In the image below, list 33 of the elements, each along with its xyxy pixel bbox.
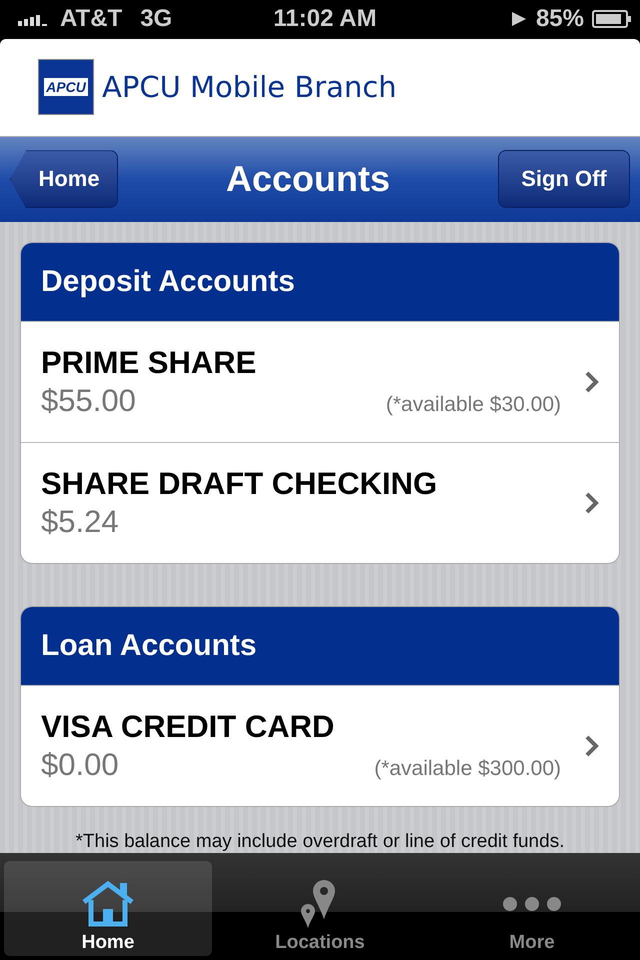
section-header: Deposit Accounts xyxy=(21,243,619,321)
account-name: SHARE DRAFT CHECKING xyxy=(41,466,438,502)
section-header: Loan Accounts xyxy=(21,607,619,685)
tab-item[interactable]: Locations xyxy=(216,861,424,956)
carrier-name: AT&T xyxy=(60,5,122,34)
clock-time: 11:02 AM xyxy=(273,5,377,34)
account-balance: $5.24 xyxy=(41,504,119,540)
account-row[interactable]: SHARE DRAFT CHECKING $5.24 xyxy=(21,442,619,563)
back-button[interactable]: Home xyxy=(10,150,118,208)
more-dots-icon xyxy=(502,896,562,912)
page-title: Accounts xyxy=(226,158,390,200)
sign-off-button[interactable]: Sign Off xyxy=(498,150,630,208)
account-row[interactable]: PRIME SHARE $55.00 (*available $30.00) xyxy=(21,321,619,442)
tab-item[interactable]: Home xyxy=(4,861,212,956)
account-balance: $0.00 xyxy=(41,747,119,783)
tab-item[interactable]: More xyxy=(428,861,636,956)
chevron-icon xyxy=(585,735,599,757)
app-title: APCU Mobile Branch xyxy=(102,70,397,104)
account-name: VISA CREDIT CARD xyxy=(41,709,336,745)
account-name: PRIME SHARE xyxy=(41,345,258,381)
logo-text: APCU xyxy=(44,78,88,96)
account-row[interactable]: VISA CREDIT CARD $0.00 (*available $300.00) xyxy=(21,685,619,806)
location-arrow-icon xyxy=(510,10,528,28)
chevron-icon xyxy=(585,371,599,393)
available-balance: (*available $30.00) xyxy=(386,393,561,417)
battery-percent: 85% xyxy=(536,5,584,34)
footnote: *This balance may include overdraft or line of credit funds. xyxy=(74,831,566,853)
chevron-icon xyxy=(585,492,599,514)
battery-icon xyxy=(592,9,632,30)
house-icon xyxy=(80,880,136,928)
available-balance: (*available $300.00) xyxy=(374,757,561,781)
account-balance: $55.00 xyxy=(41,383,136,419)
network-type: 3G xyxy=(140,5,172,34)
